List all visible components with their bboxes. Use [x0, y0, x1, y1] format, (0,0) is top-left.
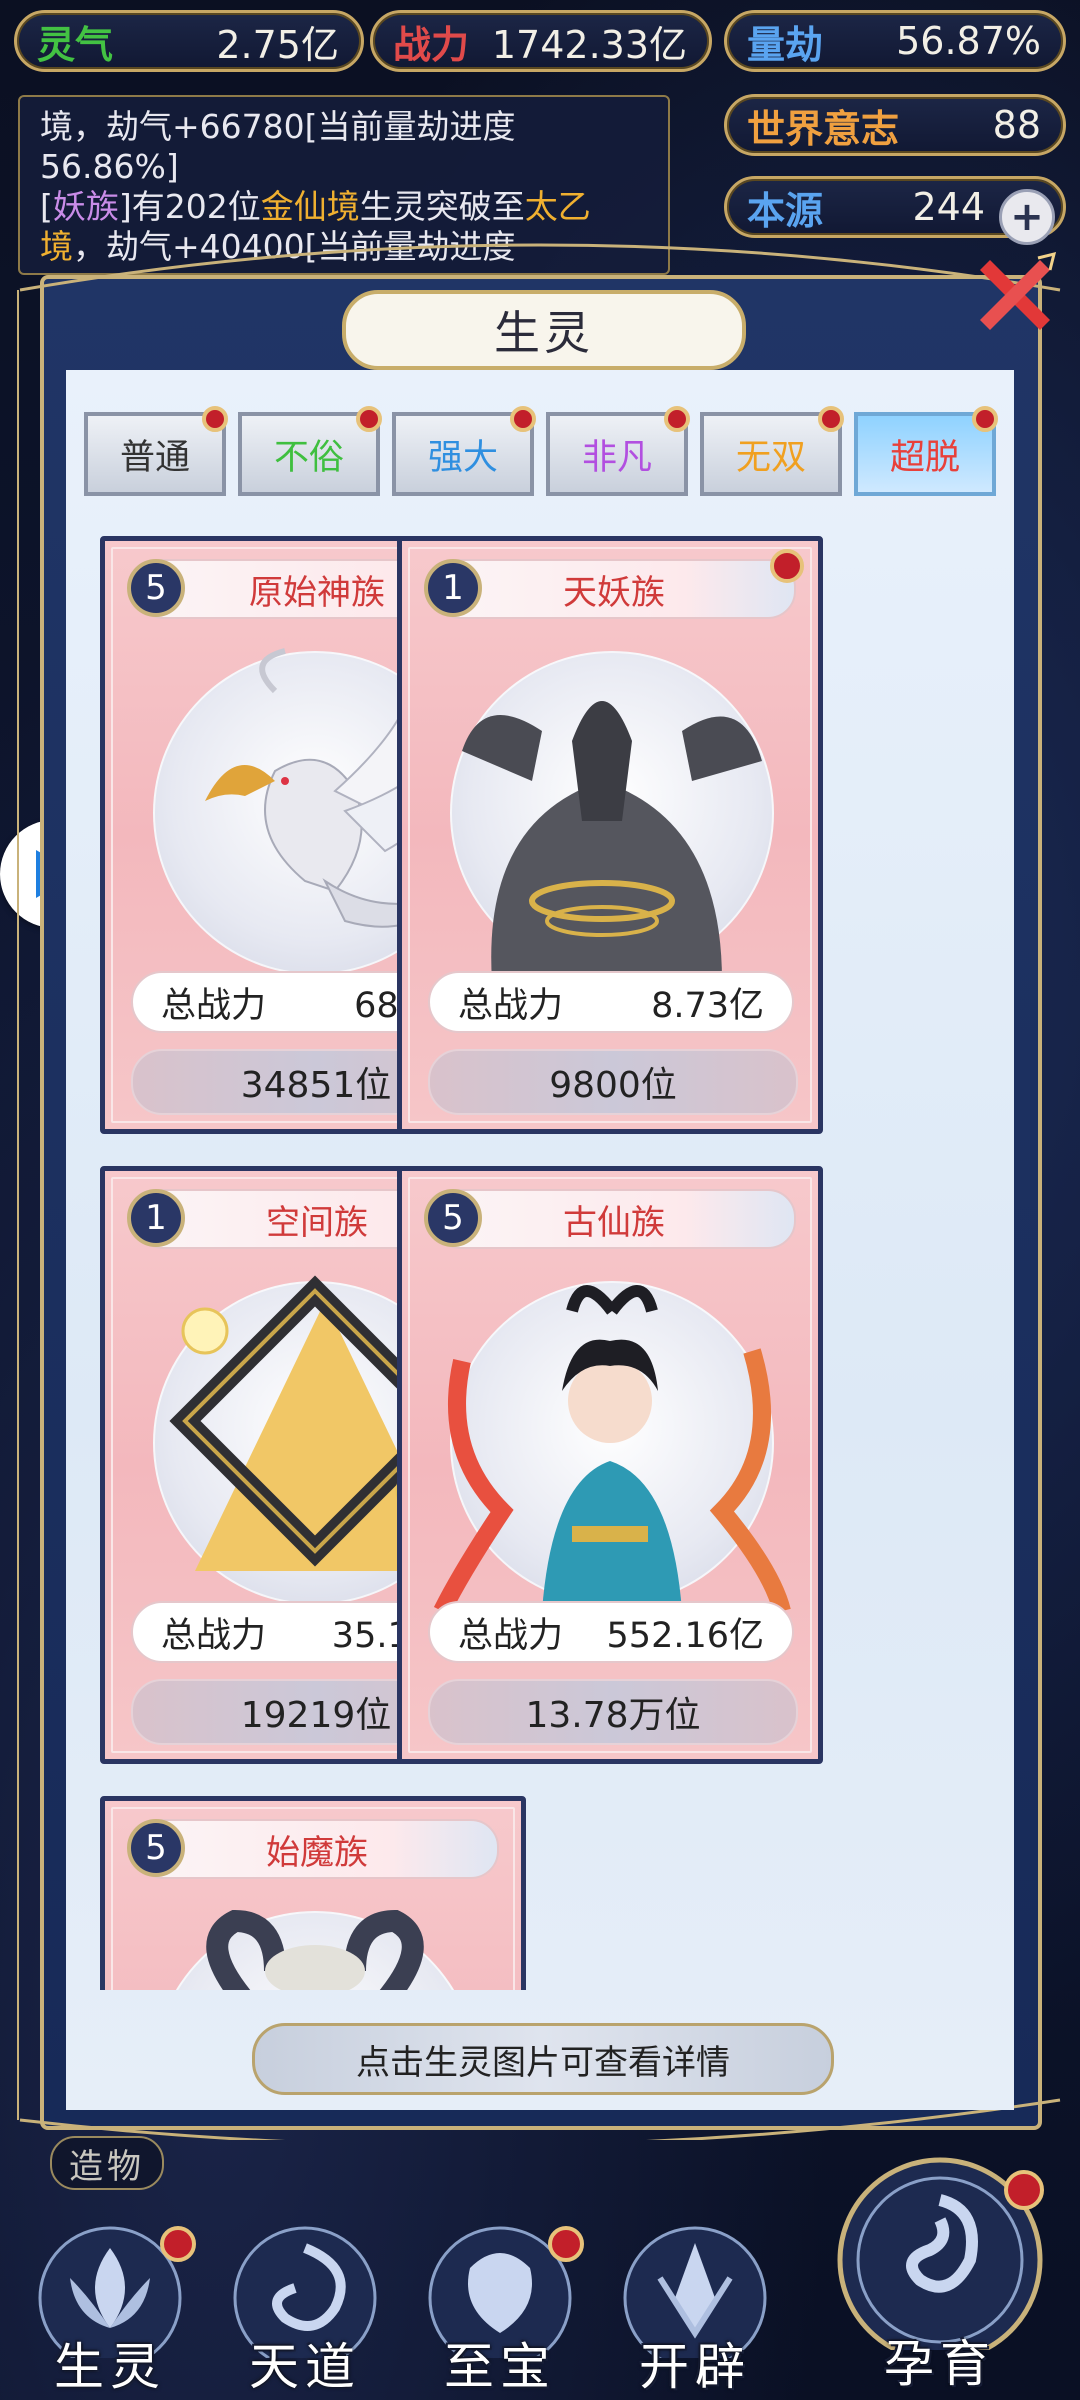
creature-level: 5 — [424, 1189, 482, 1247]
tab-label: 强大 — [427, 437, 498, 478]
creature-name: 始魔族 — [135, 1819, 499, 1879]
stat-shijie-value: 88 — [992, 103, 1041, 147]
nav-shengling[interactable]: 生灵 — [20, 2208, 200, 2398]
stat-liangjie-label: 量劫 — [747, 22, 824, 67]
immortal-maiden-icon — [433, 1285, 791, 1616]
log-line: 境，劫气+66780[当前量劫进度56.86%] — [40, 107, 516, 186]
creature-name: 天妖族 — [432, 559, 796, 619]
tab-label: 普通 — [119, 437, 190, 478]
nav-zhibao[interactable]: 至宝 — [410, 2208, 590, 2398]
creature-name: 古仙族 — [432, 1189, 796, 1249]
creature-power: 总战力 552.16亿 — [428, 1601, 794, 1663]
stat-zhanli-label: 战力 — [393, 22, 470, 67]
stat-shijie-label: 世界意志 — [747, 106, 900, 151]
tab-label: 非凡 — [581, 437, 652, 478]
notification-dot — [510, 406, 536, 432]
nav-yunyu[interactable]: 孕育 — [820, 2150, 1060, 2395]
nav-label: 至宝 — [444, 2338, 556, 2396]
tab-chaotuo[interactable]: 超脱 — [854, 406, 998, 496]
notification-dot — [664, 406, 690, 432]
creature-level: 5 — [127, 1819, 185, 1877]
notification-dot — [1004, 2170, 1044, 2210]
creature-card[interactable]: 天妖族 1 总战力 8.73亿 9800位 — [397, 536, 823, 1134]
nav-tiandao[interactable]: 天道 — [215, 2208, 395, 2398]
horned-demon-icon — [206, 1909, 424, 1990]
tab-wushuang[interactable]: 无双 — [700, 406, 844, 496]
notification-dot — [972, 406, 998, 432]
notification-dot — [770, 549, 804, 583]
power-label: 总战力 — [458, 1615, 564, 1656]
creature-level: 1 — [424, 559, 482, 617]
creature-power: 总战力 8.73亿 — [428, 971, 794, 1033]
tab-label: 无双 — [735, 437, 806, 478]
stat-shijie: 世界意志 88 — [724, 94, 1066, 156]
stat-lingqi: 灵气 2.75亿 — [14, 10, 364, 72]
creature-level: 5 — [127, 559, 185, 617]
creature-grid[interactable]: 原始神族 5 总战力 68.8亿 34851位 天妖族 1 总战力 8.73亿 … — [66, 530, 1014, 1990]
notification-dot — [356, 406, 382, 432]
tab-label: 超脱 — [889, 437, 960, 478]
power-value: 552.16亿 — [606, 1615, 764, 1656]
creature-rank: 13.78万位 — [428, 1679, 798, 1745]
nav-kaipi[interactable]: 开辟 — [605, 2208, 785, 2398]
creation-tab[interactable]: 造物 — [50, 2136, 164, 2190]
stat-zhanli: 战力 1742.33亿 — [370, 10, 712, 72]
tab-qiangda[interactable]: 强大 — [392, 406, 536, 496]
creature-rank: 9800位 — [428, 1049, 798, 1115]
nav-label: 天道 — [249, 2338, 361, 2396]
stat-liangjie-value: 56.87% — [896, 19, 1041, 63]
modal-title: 生灵 — [342, 290, 746, 370]
nav-label: 孕育 — [884, 2335, 996, 2393]
stat-zhanli-value: 1742.33亿 — [491, 22, 687, 67]
creature-card[interactable]: 始魔族 5 — [100, 1796, 526, 1990]
notification-dot — [818, 406, 844, 432]
nav-label: 开辟 — [639, 2338, 751, 2396]
close-icon — [980, 251, 1057, 330]
notification-dot — [548, 2226, 584, 2262]
notification-dot — [160, 2226, 196, 2262]
power-value: 8.73亿 — [651, 985, 764, 1026]
stat-lingqi-label: 灵气 — [37, 22, 114, 67]
stat-liangjie: 量劫 56.87% — [724, 10, 1066, 72]
power-label: 总战力 — [161, 1615, 267, 1656]
power-label: 总战力 — [458, 985, 564, 1026]
nav-label: 生灵 — [54, 2338, 166, 2396]
power-label: 总战力 — [161, 985, 267, 1026]
three-headed-dragon-icon — [462, 701, 762, 981]
creature-card[interactable]: 古仙族 5 总战力 552.16亿 13.78万位 — [397, 1166, 823, 1764]
stat-lingqi-value: 2.75亿 — [216, 22, 339, 67]
tab-label: 不俗 — [273, 437, 344, 478]
close-button[interactable] — [970, 250, 1060, 340]
hint-banner: 点击生灵图片可查看详情 — [252, 2023, 834, 2095]
tab-busu[interactable]: 不俗 — [238, 406, 382, 496]
creature-level: 1 — [127, 1189, 185, 1247]
tab-putong[interactable]: 普通 — [84, 406, 228, 496]
tab-feifan[interactable]: 非凡 — [546, 406, 690, 496]
notification-dot — [202, 406, 228, 432]
